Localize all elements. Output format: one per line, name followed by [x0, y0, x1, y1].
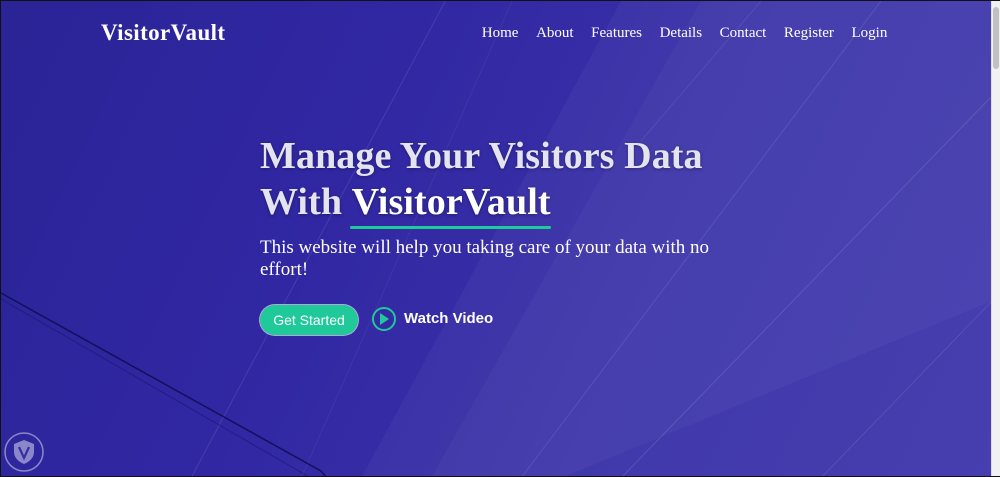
- headline-brand-word: VisitorVault: [349, 179, 551, 229]
- nav-item-details[interactable]: Details: [651, 23, 711, 43]
- headline-underline: [349, 226, 551, 229]
- hero-headline: Manage Your Visitors Data With VisitorVa…: [260, 133, 703, 229]
- nav-item-home[interactable]: Home: [473, 23, 527, 43]
- hero-subtext: This website will help you taking care o…: [260, 237, 710, 280]
- watch-video-label[interactable]: Watch Video: [404, 307, 493, 331]
- get-started-button[interactable]: Get Started: [260, 305, 358, 335]
- nav-item-contact[interactable]: Contact: [711, 23, 775, 43]
- play-circle-icon[interactable]: [372, 307, 396, 331]
- browser-viewport: VisitorVault Home About Features Details…: [0, 0, 1000, 477]
- headline-brand-text: VisitorVault: [351, 181, 551, 223]
- watch-video-button[interactable]: Watch Video: [372, 307, 493, 331]
- hero-section: VisitorVault Home About Features Details…: [1, 1, 992, 476]
- main-nav: Home About Features Details Contact Regi…: [473, 23, 896, 43]
- nav-item-features[interactable]: Features: [582, 23, 650, 43]
- headline-line-1: Manage Your Visitors Data: [260, 135, 703, 177]
- headline-line-2-prefix: With: [260, 181, 352, 223]
- nav-item-register[interactable]: Register: [775, 23, 843, 43]
- nav-item-login[interactable]: Login: [843, 23, 896, 43]
- nav-item-about[interactable]: About: [527, 23, 582, 43]
- brand-logo-text[interactable]: VisitorVault: [101, 19, 226, 47]
- shield-icon: [4, 432, 44, 472]
- scrollbar-thumb[interactable]: [993, 7, 999, 69]
- vertical-scrollbar[interactable]: [991, 1, 1000, 476]
